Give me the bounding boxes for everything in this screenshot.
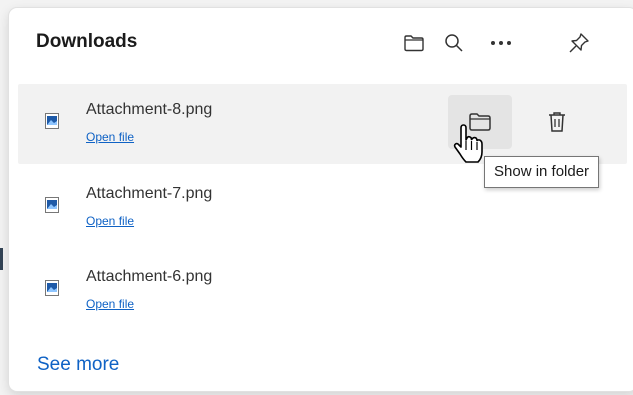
pin-icon xyxy=(569,33,589,53)
image-file-icon xyxy=(45,197,59,213)
file-name: Attachment-8.png xyxy=(86,101,213,118)
download-item[interactable]: Attachment-8.png Open file xyxy=(18,84,627,164)
see-more-link[interactable]: See more xyxy=(37,354,119,376)
pin-panel-button[interactable] xyxy=(564,28,594,58)
background-edge xyxy=(0,248,3,270)
download-item[interactable]: Attachment-6.png Open file xyxy=(18,251,627,331)
more-icon xyxy=(491,41,511,45)
open-downloads-folder-button[interactable] xyxy=(399,28,429,58)
tooltip: Show in folder xyxy=(484,156,600,188)
file-name: Attachment-7.png xyxy=(86,185,213,202)
open-file-link[interactable]: Open file xyxy=(86,297,134,311)
folder-icon xyxy=(404,35,424,52)
image-file-icon xyxy=(45,280,59,296)
open-file-link[interactable]: Open file xyxy=(86,214,134,228)
search-downloads-button[interactable] xyxy=(439,28,469,58)
more-options-button[interactable] xyxy=(486,28,516,58)
page-title: Downloads xyxy=(36,31,138,52)
open-file-link[interactable]: Open file xyxy=(86,130,134,144)
delete-button[interactable] xyxy=(525,95,589,149)
downloads-header: Downloads xyxy=(9,8,633,84)
trash-icon xyxy=(549,112,565,132)
file-name: Attachment-6.png xyxy=(86,268,213,285)
image-file-icon xyxy=(45,113,59,129)
downloads-panel: Downloads Attachment-8.png Open file Att… xyxy=(9,8,633,391)
hand-pointer-cursor-icon xyxy=(453,124,483,163)
search-icon xyxy=(445,34,463,52)
